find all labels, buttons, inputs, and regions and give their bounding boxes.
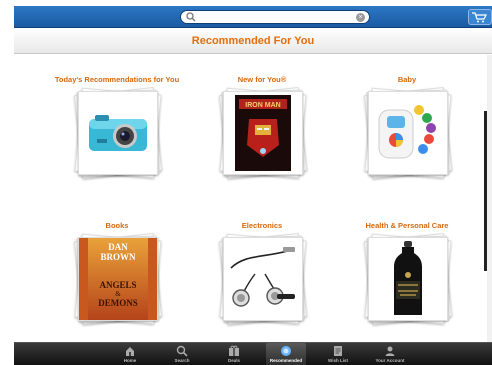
iron-man-dvd-image: IRON MAN xyxy=(235,95,291,171)
product-stack[interactable] xyxy=(363,233,453,325)
tile-label: Baby xyxy=(397,75,417,84)
wish-list-icon xyxy=(334,346,342,356)
product-stack[interactable] xyxy=(363,87,453,179)
tile-new-for-you[interactable]: New for You® IRON MAN xyxy=(187,75,337,215)
tab-search[interactable]: Search xyxy=(162,343,202,365)
tile-label: Health & Personal Care xyxy=(365,221,449,230)
baby-toy-image xyxy=(378,105,436,159)
tab-your-account[interactable]: Your Account xyxy=(370,343,410,365)
tab-deals[interactable]: Deals xyxy=(214,343,254,365)
right-edge-strip xyxy=(487,55,492,342)
search-input[interactable] xyxy=(199,12,349,22)
account-icon xyxy=(385,346,395,356)
search-box[interactable]: × xyxy=(180,10,370,24)
cart-button[interactable] xyxy=(468,9,492,25)
product-stack[interactable] xyxy=(218,233,308,325)
tab-wish-list[interactable]: Wish List xyxy=(318,343,358,365)
app-window: × Recommended For You Today's Recommenda… xyxy=(0,0,492,365)
search-icon xyxy=(186,12,196,22)
tile-baby[interactable]: Baby xyxy=(332,75,482,215)
tile-books[interactable]: Books DAN BROWN ANGELS & DEMONS xyxy=(42,221,192,361)
home-icon xyxy=(126,347,134,356)
tile-todays-recommendations[interactable]: Today's Recommendations for You xyxy=(42,75,192,215)
product-stack[interactable] xyxy=(73,87,163,179)
tab-recommended[interactable]: Recommended xyxy=(266,343,306,365)
product-stack[interactable]: DAN BROWN ANGELS & DEMONS xyxy=(73,233,163,325)
tile-electronics[interactable]: Electronics xyxy=(187,221,337,361)
search-icon xyxy=(176,345,188,357)
deals-icon xyxy=(229,345,239,356)
book-cover-image: DAN BROWN ANGELS & DEMONS xyxy=(88,238,148,320)
tile-label: Electronics xyxy=(241,221,283,230)
recommendation-grid: Today's Recommendations for You New for … xyxy=(14,55,484,342)
clear-search-icon[interactable]: × xyxy=(356,13,365,22)
tab-home[interactable]: Home xyxy=(110,343,150,365)
page-title-bar: Recommended For You xyxy=(14,28,492,54)
tile-health-personal-care[interactable]: Health & Personal Care xyxy=(332,221,482,361)
cart-icon xyxy=(472,12,487,23)
earbuds-image xyxy=(230,247,295,307)
water-bottle-image xyxy=(394,241,422,315)
tile-label: New for You® xyxy=(237,75,287,84)
camera-image xyxy=(89,115,147,151)
tile-label: Books xyxy=(105,221,129,230)
bottom-tab-bar: Home Search Deals Recommended Wish List … xyxy=(14,342,492,365)
recommended-icon xyxy=(281,346,291,356)
top-search-bar: × xyxy=(14,6,492,28)
product-stack[interactable]: IRON MAN xyxy=(218,87,308,179)
svg-text:IRON MAN: IRON MAN xyxy=(245,102,280,109)
page-title: Recommended For You xyxy=(191,35,315,47)
tile-label: Today's Recommendations for You xyxy=(54,75,180,84)
